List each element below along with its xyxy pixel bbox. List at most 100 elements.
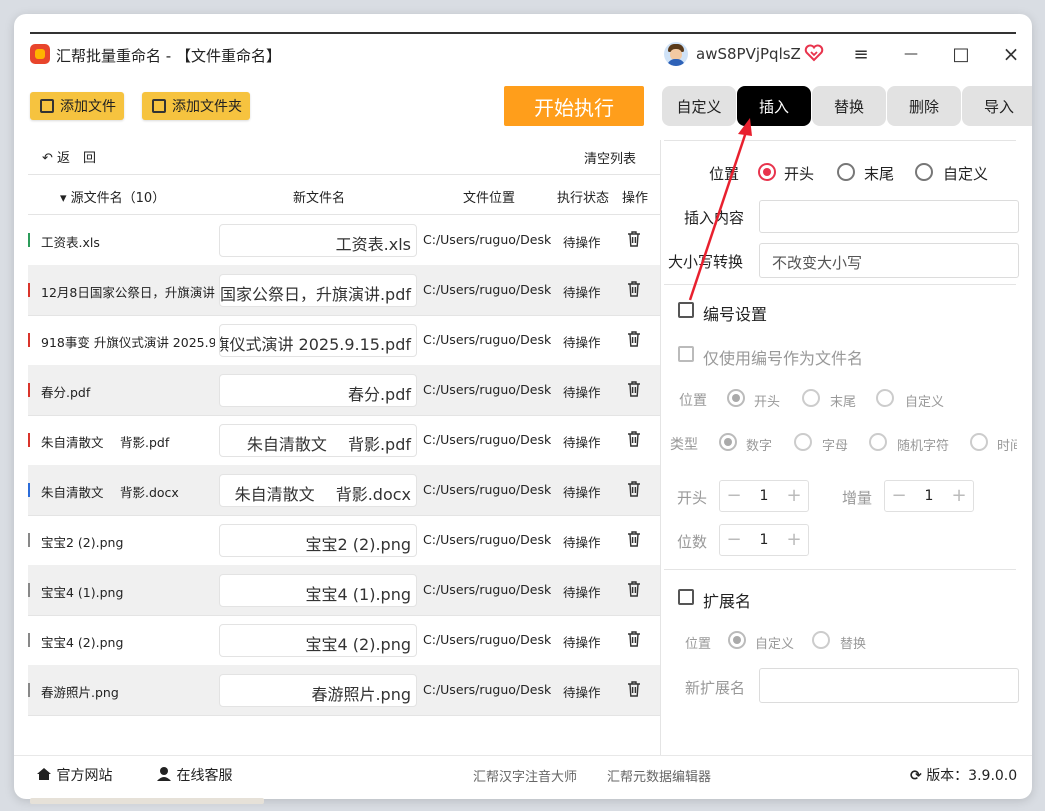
tab-import[interactable]: 导入 — [962, 86, 1032, 126]
new-filename-value[interactable]: 918事变 升旗仪式演讲 2025.9.15.pdf — [220, 331, 411, 355]
trash-icon[interactable] — [627, 331, 641, 347]
metadata-app-link[interactable]: 汇帮元数据编辑器 — [607, 766, 711, 785]
new-filename-value[interactable]: 12月8日国家公祭日，升旗演讲.pdf — [220, 281, 411, 305]
new-filename-input[interactable]: 朱自清散文 背影.pdf — [219, 424, 417, 457]
version-info[interactable]: ⟳ 版本：3.9.0.0 — [910, 765, 1017, 785]
new-filename-input[interactable]: 12月8日国家公祭日，升旗演讲.pdf — [219, 274, 417, 307]
type-time-label[interactable]: 时间 — [997, 435, 1017, 454]
case-select[interactable]: 不改变大小写 — [759, 243, 1019, 278]
numbering-position-end-radio[interactable] — [802, 389, 820, 407]
increment-stepper[interactable]: − 1 + — [884, 480, 974, 512]
new-filename-value[interactable]: 朱自清散文 背影.docx — [235, 481, 411, 505]
extension-custom-radio[interactable] — [728, 631, 746, 649]
trash-icon[interactable] — [627, 631, 641, 647]
numbering-position-start-label[interactable]: 开头 — [754, 391, 780, 410]
column-source[interactable]: ▾ 源文件名（10） — [60, 187, 165, 206]
only-number-label[interactable]: 仅使用编号作为文件名 — [703, 345, 863, 369]
table-row[interactable]: 宝宝4 (2).png 宝宝4 (2).png C:/Users/ruguo/Des… — [28, 615, 660, 665]
position-custom-label[interactable]: 自定义 — [943, 163, 988, 184]
trash-icon[interactable] — [627, 681, 641, 697]
new-filename-value[interactable]: 工资表.xls — [336, 231, 411, 255]
trash-icon[interactable] — [627, 431, 641, 447]
table-row[interactable]: 朱自清散文 背影.pdf 朱自清散文 背影.pdf C:/Users/ruguo/D… — [28, 415, 660, 465]
increment-icon[interactable]: + — [784, 485, 804, 506]
table-row[interactable]: 春分.pdf 春分.pdf C:/Users/ruguo/Desktop 待操作 — [28, 365, 660, 415]
trash-icon[interactable] — [627, 281, 641, 297]
new-filename-value[interactable]: 宝宝4 (2).png — [306, 631, 411, 655]
tab-replace[interactable]: 替换 — [812, 86, 886, 126]
type-random-label[interactable]: 随机字符 — [897, 435, 949, 454]
maximize-button[interactable]: □ — [946, 40, 976, 68]
table-row[interactable]: 宝宝2 (2).png 宝宝2 (2).png C:/Users/ruguo/Des… — [28, 515, 660, 565]
extension-label[interactable]: 扩展名 — [703, 588, 751, 612]
new-extension-input[interactable] — [759, 668, 1019, 703]
table-row[interactable]: 宝宝4 (1).png 宝宝4 (1).png C:/Users/ruguo/Des… — [28, 565, 660, 615]
extension-replace-label[interactable]: 替换 — [840, 633, 866, 652]
new-filename-value[interactable]: 宝宝4 (1).png — [306, 581, 411, 605]
type-number-label[interactable]: 数字 — [746, 435, 772, 454]
increment-icon[interactable]: + — [949, 485, 969, 506]
start-button[interactable]: 开始执行 — [504, 86, 644, 126]
tab-insert[interactable]: 插入 — [737, 86, 811, 126]
new-filename-value[interactable]: 春游照片.png — [311, 681, 411, 705]
minimize-button[interactable]: — — [896, 40, 926, 68]
new-filename-value[interactable]: 春分.pdf — [348, 381, 411, 405]
avatar[interactable] — [664, 42, 688, 66]
table-row[interactable]: 918事变 升旗仪式演讲 2025.9.15.pdf 918事变 升旗仪式演讲 2… — [28, 315, 660, 365]
position-custom-radio[interactable] — [915, 163, 933, 181]
new-filename-value[interactable]: 宝宝2 (2).png — [306, 531, 411, 555]
new-filename-input[interactable]: 宝宝4 (1).png — [219, 574, 417, 607]
add-file-button[interactable]: 添加文件 — [30, 92, 124, 120]
new-filename-input[interactable]: 朱自清散文 背影.docx — [219, 474, 417, 507]
menu-icon[interactable]: ≡ — [846, 40, 876, 68]
numbering-checkbox[interactable] — [678, 302, 694, 318]
trash-icon[interactable] — [627, 531, 641, 547]
position-start-label[interactable]: 开头 — [784, 163, 814, 184]
close-button[interactable]: × — [996, 40, 1026, 68]
position-end-label[interactable]: 末尾 — [864, 163, 894, 184]
trash-icon[interactable] — [627, 481, 641, 497]
digits-stepper[interactable]: − 1 + — [719, 524, 809, 556]
new-filename-input[interactable]: 春游照片.png — [219, 674, 417, 707]
type-number-radio[interactable] — [719, 433, 737, 451]
type-random-radio[interactable] — [869, 433, 887, 451]
type-time-radio[interactable] — [970, 433, 988, 451]
new-filename-input[interactable]: 工资表.xls — [219, 224, 417, 257]
position-start-radio[interactable] — [758, 163, 776, 181]
trash-icon[interactable] — [627, 231, 641, 247]
numbering-label[interactable]: 编号设置 — [703, 301, 767, 325]
new-filename-input[interactable]: 春分.pdf — [219, 374, 417, 407]
extension-checkbox[interactable] — [678, 589, 694, 605]
table-row[interactable]: 12月8日国家公祭日，升旗演讲.pdf 12月8日国家公祭日，升旗演讲.pdf C:… — [28, 265, 660, 315]
tab-delete[interactable]: 删除 — [887, 86, 961, 126]
table-row[interactable]: 朱自清散文 背影.docx 朱自清散文 背影.docx C:/Users/ruguo… — [28, 465, 660, 515]
insert-content-input[interactable] — [759, 200, 1019, 233]
support-link[interactable]: 在线客服 — [156, 765, 232, 785]
position-end-radio[interactable] — [837, 163, 855, 181]
new-filename-value[interactable]: 朱自清散文 背影.pdf — [247, 431, 411, 455]
new-filename-input[interactable]: 宝宝2 (2).png — [219, 524, 417, 557]
username[interactable]: awS8PVjPqlsZ — [696, 45, 801, 63]
back-button[interactable]: ↶ 返 回 — [42, 147, 96, 166]
numbering-position-start-radio[interactable] — [727, 389, 745, 407]
new-filename-input[interactable]: 918事变 升旗仪式演讲 2025.9.15.pdf — [219, 324, 417, 357]
type-letter-label[interactable]: 字母 — [822, 435, 848, 454]
clear-list-button[interactable]: 清空列表 — [584, 148, 636, 167]
table-row[interactable]: 工资表.xls 工资表.xls C:/Users/ruguo/Desktop 待操作 — [28, 215, 660, 265]
type-letter-radio[interactable] — [794, 433, 812, 451]
extension-custom-label[interactable]: 自定义 — [755, 633, 794, 652]
extension-replace-radio[interactable] — [812, 631, 830, 649]
vip-heart-icon[interactable] — [804, 43, 824, 63]
add-folder-button[interactable]: 添加文件夹 — [142, 92, 250, 120]
website-link[interactable]: 官方网站 — [36, 765, 112, 785]
trash-icon[interactable] — [627, 581, 641, 597]
numbering-position-custom-radio[interactable] — [876, 389, 894, 407]
new-filename-input[interactable]: 宝宝4 (2).png — [219, 624, 417, 657]
numbering-position-end-label[interactable]: 末尾 — [830, 391, 856, 410]
increment-icon[interactable]: + — [784, 529, 804, 550]
numbering-position-custom-label[interactable]: 自定义 — [905, 391, 944, 410]
trash-icon[interactable] — [627, 381, 641, 397]
start-stepper[interactable]: − 1 + — [719, 480, 809, 512]
table-row[interactable]: 春游照片.png 春游照片.png C:/Users/ruguo/Desktop 待操… — [28, 665, 660, 715]
tab-custom[interactable]: 自定义 — [662, 86, 736, 126]
